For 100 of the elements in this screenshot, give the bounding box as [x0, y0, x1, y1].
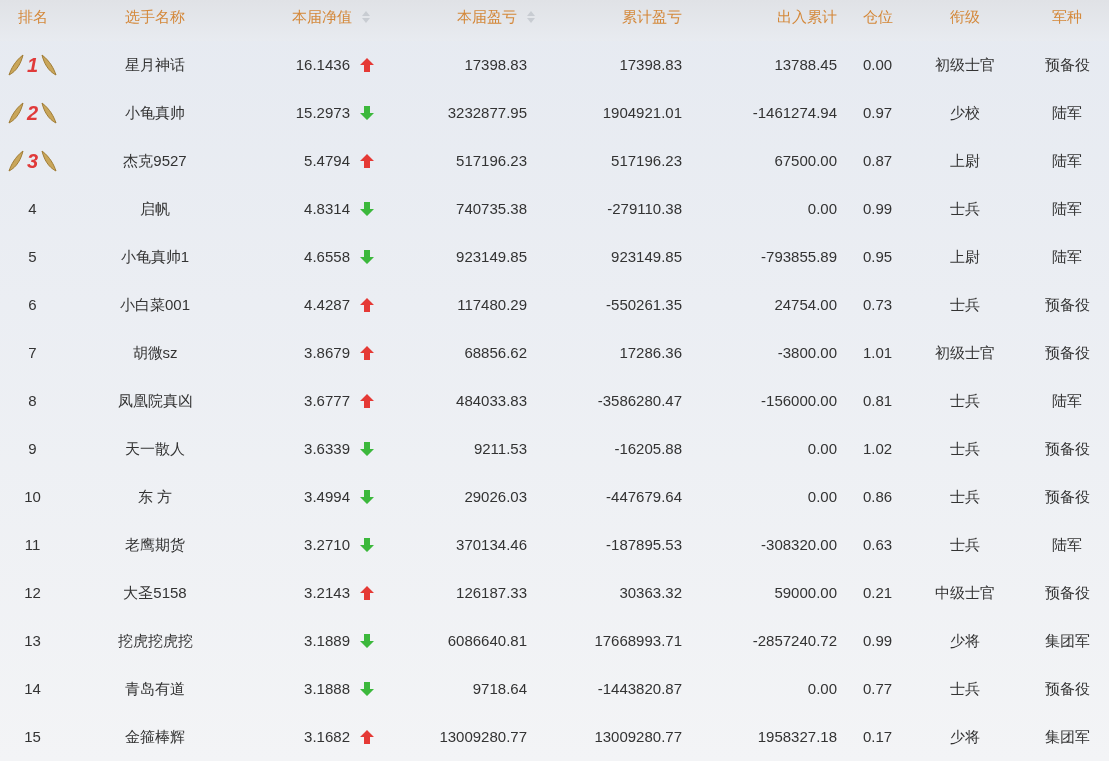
table-cell-text: 3.4994 — [304, 486, 350, 507]
wing-icon — [6, 101, 25, 125]
player-name: 小龟真帅 — [125, 102, 185, 123]
rank-number: 6 — [28, 294, 37, 315]
column-header: 军种 — [1052, 7, 1082, 27]
table-cell-text: 517196.23 — [611, 150, 682, 171]
table-cell-text: 16.1436 — [295, 54, 350, 75]
wing-icon — [6, 149, 25, 173]
table-cell-text: 3232877.95 — [447, 102, 527, 123]
wing-icon — [40, 149, 59, 173]
table-cell-text: 士兵 — [950, 534, 980, 555]
table-cell-text: -16205.88 — [614, 438, 682, 459]
rank-medal: 1 — [6, 50, 59, 80]
table-cell-text: 3.6339 — [304, 438, 350, 459]
table-cell-text: 517196.23 — [456, 150, 527, 171]
table-cell-text: 0.97 — [862, 102, 893, 123]
table-cell-text: 29026.03 — [464, 486, 527, 507]
table-cell-text: -279110.38 — [607, 198, 682, 219]
table-cell-text: 0.87 — [862, 150, 893, 171]
table-cell-text: 少将 — [950, 630, 980, 651]
table-cell-text: 13009280.77 — [594, 726, 682, 747]
table-cell-text: 预备役 — [1044, 342, 1090, 363]
player-name: 小白菜001 — [120, 294, 190, 315]
table-cell-text: 5.4794 — [304, 150, 350, 171]
table-cell-text: 13788.45 — [774, 54, 837, 75]
table-cell-text: 3.2710 — [304, 534, 350, 555]
table-cell-text: 3.1889 — [304, 630, 350, 651]
table-cell-text: -308320.00 — [761, 534, 837, 555]
player-name: 挖虎挖虎挖 — [117, 630, 193, 651]
table-cell-text: -550261.35 — [606, 294, 682, 315]
table-cell-text: -1443820.87 — [597, 678, 682, 699]
table-cell-text: 126187.33 — [456, 582, 527, 603]
sort-icon[interactable] — [362, 11, 370, 24]
rank-number: 11 — [24, 534, 41, 555]
table-cell-text: 4.6558 — [304, 246, 350, 267]
table-cell-text: 士兵 — [950, 390, 980, 411]
column-header: 出入累计 — [777, 7, 837, 27]
player-name: 星月神话 — [125, 54, 185, 75]
sort-icon[interactable] — [527, 11, 535, 24]
table-cell-text: 预备役 — [1044, 438, 1090, 459]
player-name: 凤凰院真凶 — [117, 390, 193, 411]
rank-number: 4 — [28, 198, 37, 219]
table-cell-text: 0.73 — [862, 294, 893, 315]
rank-number: 10 — [24, 486, 41, 507]
table-cell-text: 1904921.01 — [602, 102, 682, 123]
wing-icon — [40, 53, 59, 77]
player-name: 金箍棒辉 — [125, 726, 185, 747]
table-cell-text: 上尉 — [950, 150, 980, 171]
table-cell-text: 24754.00 — [774, 294, 837, 315]
column-header: 累计盈亏 — [622, 7, 682, 27]
table-cell-text: 4.4287 — [304, 294, 350, 315]
table-cell-text: 3.1888 — [304, 678, 350, 699]
table-cell-text: 0.95 — [862, 246, 893, 267]
table-cell-text: 68856.62 — [464, 342, 527, 363]
rank-medal: 2 — [6, 98, 59, 128]
table-cell-text: 0.00 — [807, 438, 837, 459]
table-cell-text: 0.17 — [862, 726, 893, 747]
rank-number: 13 — [24, 630, 41, 651]
player-name: 老鹰期货 — [125, 534, 185, 555]
table-cell-text: 初级士官 — [935, 54, 995, 75]
column-header: 选手名称 — [125, 7, 185, 27]
column-header[interactable]: 本届盈亏 — [457, 6, 517, 29]
table-cell-text: 0.00 — [862, 54, 893, 75]
rank-number: 15 — [24, 726, 41, 747]
table-cell-text: 预备役 — [1044, 54, 1090, 75]
player-name: 青岛有道 — [125, 678, 185, 699]
column-header: 衔级 — [950, 7, 980, 27]
rank-number: 7 — [28, 342, 37, 363]
column-header: 排名 — [17, 7, 48, 27]
table-cell-text: 0.81 — [862, 390, 893, 411]
table-cell-text: 上尉 — [950, 246, 980, 267]
table-cell-text: 17286.36 — [619, 342, 682, 363]
table-cell-text: 30363.32 — [619, 582, 682, 603]
table-cell-text: 740735.38 — [456, 198, 527, 219]
table-cell-text: -3586280.47 — [597, 390, 682, 411]
rank-number: 5 — [28, 246, 37, 267]
table-cell-text: 初级士官 — [935, 342, 995, 363]
table-cell-text: 陆军 — [1052, 390, 1082, 411]
table-cell-text: -156000.00 — [761, 390, 837, 411]
table-cell-text: 117480.29 — [457, 294, 527, 315]
table-cell-text: 少将 — [950, 726, 980, 747]
column-header[interactable]: 本届净值 — [292, 6, 352, 29]
player-name: 胡微sz — [132, 342, 178, 363]
table-cell-text: -1461274.94 — [752, 102, 837, 123]
table-cell-text: 预备役 — [1044, 294, 1090, 315]
rank-number: 9 — [28, 438, 37, 459]
table-cell-text: 923149.85 — [611, 246, 682, 267]
column-header: 仓位 — [862, 7, 893, 27]
player-name: 东 方 — [137, 486, 173, 507]
table-cell-text: 3.6777 — [304, 390, 350, 411]
table-cell-text: 0.77 — [862, 678, 893, 699]
table-cell-text: 17398.83 — [464, 54, 527, 75]
table-cell-text: 陆军 — [1052, 198, 1082, 219]
player-name: 小龟真帅1 — [120, 246, 190, 267]
table-cell-text: 923149.85 — [456, 246, 527, 267]
table-cell-text: 370134.46 — [456, 534, 527, 555]
table-cell-text: 1.02 — [862, 438, 893, 459]
table-cell-text: 0.00 — [807, 486, 837, 507]
table-cell-text: 士兵 — [950, 678, 980, 699]
table-cell-text: 13009280.77 — [439, 726, 527, 747]
